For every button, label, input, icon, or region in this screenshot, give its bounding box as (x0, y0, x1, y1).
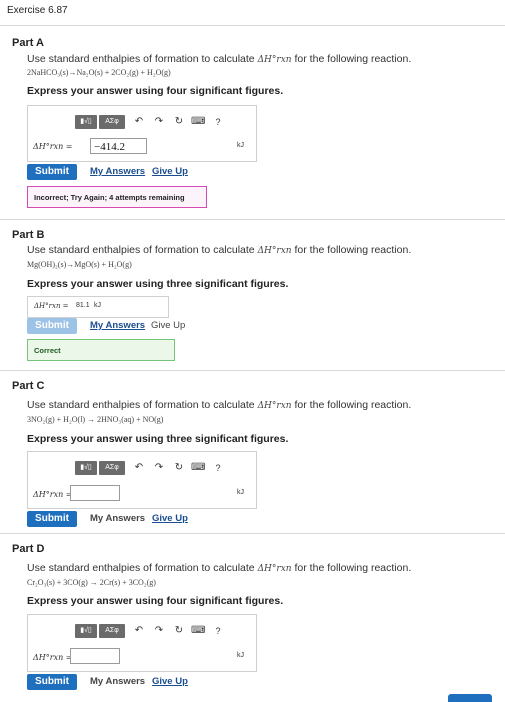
delta-h-symbol: ΔH°rxn (257, 564, 292, 574)
continue-button[interactable] (448, 694, 492, 702)
part-c-answer-box: ▮√▯ ΑΣφ ↶ ↷ ↻ ⌨ ? ΔH°rxn = (27, 451, 257, 509)
part-d-instruction: Use standard enthalpies of formation to … (27, 562, 412, 574)
help-icon[interactable]: ? (213, 115, 223, 129)
part-a-reaction: 2NaHCO₃(s)→Na₂O(s) + 2CO₂(g) + H₂O(g) (27, 68, 171, 77)
redo-icon[interactable]: ↷ (153, 115, 165, 129)
submit-button[interactable]: Submit (27, 674, 77, 690)
help-icon[interactable]: ? (213, 461, 223, 475)
answer-value: 81.1 (76, 302, 90, 309)
part-b-reaction: Mg(OH)₂(s)→MgO(s) + H₂O(g) (27, 260, 132, 269)
undo-icon[interactable]: ↶ (133, 115, 145, 129)
divider (0, 25, 505, 26)
reset-icon[interactable]: ↻ (173, 461, 185, 475)
template-button[interactable]: ▮√▯ (75, 115, 97, 129)
keyboard-icon[interactable]: ⌨ (191, 461, 205, 475)
feedback-incorrect: Incorrect; Try Again; 4 attempts remaini… (27, 186, 207, 208)
symbols-button[interactable]: ΑΣφ (99, 461, 125, 475)
answer-input[interactable] (70, 485, 120, 501)
delta-h-label: ΔH°rxn = (33, 653, 73, 662)
part-b-answer-box: ΔH°rxn = 81.1 kJ (27, 296, 169, 318)
divider (0, 219, 505, 220)
delta-h-symbol: ΔH°rxn (257, 55, 292, 65)
submit-button[interactable]: Submit (27, 164, 77, 180)
my-answers-link[interactable]: My Answers (90, 320, 145, 331)
give-up-label: Give Up (151, 320, 186, 331)
reset-icon[interactable]: ↻ (173, 115, 185, 129)
template-button[interactable]: ▮√▯ (75, 624, 97, 638)
part-c-express: Express your answer using three signific… (27, 433, 289, 445)
part-b-instruction: Use standard enthalpies of formation to … (27, 244, 412, 256)
delta-h-label: ΔH°rxn = (33, 490, 73, 499)
template-button[interactable]: ▮√▯ (75, 461, 97, 475)
redo-icon[interactable]: ↷ (153, 624, 165, 638)
part-d-title: Part D (12, 543, 45, 555)
delta-h-label: ΔH°rxn = (34, 302, 69, 310)
feedback-correct: Correct (27, 339, 175, 361)
part-d-answer-box: ▮√▯ ΑΣφ ↶ ↷ ↻ ⌨ ? ΔH°rxn = (27, 614, 257, 672)
divider (0, 533, 505, 534)
part-c-reaction: 3NO₂(g) + H₂O(l) → 2HNO₃(aq) + NO(g) (27, 415, 164, 424)
keyboard-icon[interactable]: ⌨ (191, 624, 205, 638)
unit-label: kJ (94, 302, 101, 309)
undo-icon[interactable]: ↶ (133, 461, 145, 475)
reset-icon[interactable]: ↻ (173, 624, 185, 638)
part-b-express: Express your answer using three signific… (27, 278, 289, 290)
unit-label: kJ (237, 142, 244, 149)
my-answers-link[interactable]: My Answers (90, 166, 145, 177)
keyboard-icon[interactable]: ⌨ (191, 115, 205, 129)
submit-button[interactable]: Submit (27, 318, 77, 334)
give-up-link[interactable]: Give Up (152, 166, 188, 177)
part-a-instruction: Use standard enthalpies of formation to … (27, 53, 412, 65)
unit-label: kJ (237, 652, 244, 659)
symbols-button[interactable]: ΑΣφ (99, 624, 125, 638)
part-c-title: Part C (12, 380, 45, 392)
undo-icon[interactable]: ↶ (133, 624, 145, 638)
part-a-title: Part A (12, 37, 44, 49)
part-b-title: Part B (12, 229, 45, 241)
part-d-express: Express your answer using four significa… (27, 595, 284, 607)
delta-h-label: ΔH°rxn = (33, 142, 73, 151)
give-up-link[interactable]: Give Up (152, 513, 188, 524)
answer-input[interactable] (70, 648, 120, 664)
give-up-link[interactable]: Give Up (152, 676, 188, 687)
exercise-title: Exercise 6.87 (7, 5, 68, 16)
help-icon[interactable]: ? (213, 624, 223, 638)
divider (0, 370, 505, 371)
unit-label: kJ (237, 489, 244, 496)
part-d-reaction: Cr₂O₃(s) + 3CO(g) → 2Cr(s) + 3CO₂(g) (27, 578, 156, 587)
submit-button[interactable]: Submit (27, 511, 77, 527)
part-a-express: Express your answer using four significa… (27, 85, 284, 97)
redo-icon[interactable]: ↷ (153, 461, 165, 475)
my-answers-label: My Answers (90, 513, 146, 524)
symbols-button[interactable]: ΑΣφ (99, 115, 125, 129)
my-answers-label: My Answers (90, 676, 146, 687)
part-a-answer-box: ▮√▯ ΑΣφ ↶ ↷ ↻ ⌨ ? ΔH°rxn = −414.2 (27, 105, 257, 162)
delta-h-symbol: ΔH°rxn (257, 246, 292, 256)
delta-h-symbol: ΔH°rxn (257, 401, 292, 411)
part-c-instruction: Use standard enthalpies of formation to … (27, 399, 412, 411)
answer-input[interactable]: −414.2 (90, 138, 147, 154)
